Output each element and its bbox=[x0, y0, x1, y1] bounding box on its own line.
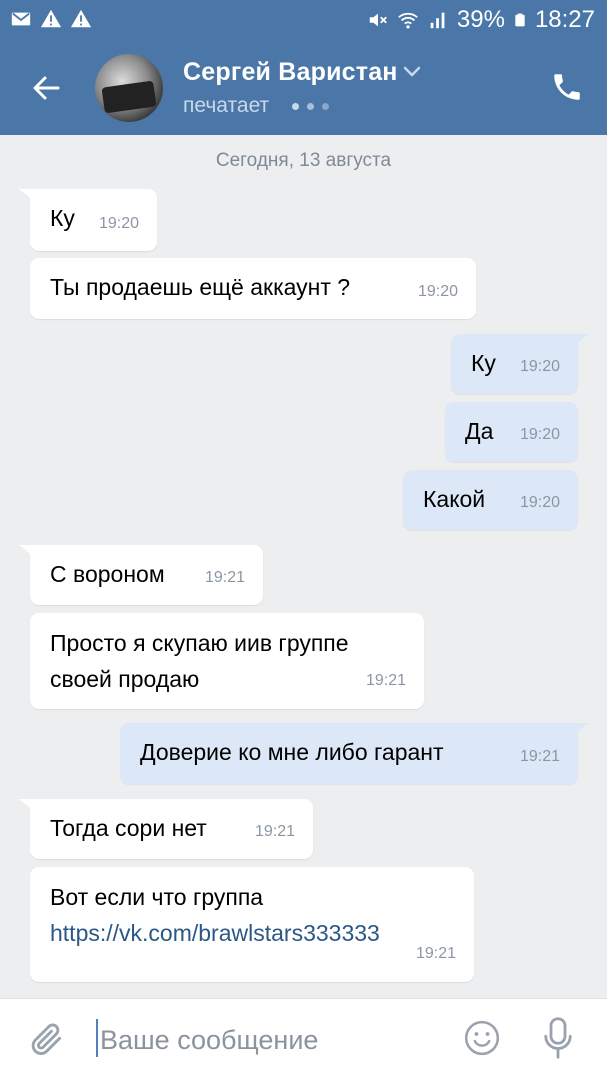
message-composer bbox=[0, 998, 607, 1081]
message-time: 19:20 bbox=[519, 494, 560, 511]
message-text: Ку bbox=[471, 350, 496, 376]
message-time: 19:21 bbox=[365, 672, 406, 689]
bubble-tail bbox=[18, 799, 40, 821]
message-time: 19:20 bbox=[519, 426, 560, 443]
battery-percent: 39% bbox=[456, 6, 505, 33]
message-time: 19:20 bbox=[417, 283, 458, 300]
wifi-icon bbox=[398, 12, 418, 29]
status-bar: 39% 18:27 bbox=[0, 0, 607, 40]
message-time: 19:20 bbox=[98, 215, 139, 232]
message-incoming[interactable]: Тогда сори нет 19:21 bbox=[18, 799, 313, 859]
message-incoming[interactable]: Просто я скупаю иив группе своей продаю … bbox=[30, 613, 424, 709]
message-outgoing[interactable]: Какой 19:20 bbox=[403, 470, 578, 530]
message-outgoing[interactable]: Ку 19:20 bbox=[451, 334, 590, 394]
message-text-line: Просто я скупаю иив группе bbox=[50, 630, 349, 656]
message-text: Ты продаешь ещё аккаунт ? bbox=[50, 274, 351, 300]
message-incoming[interactable]: Ты продаешь ещё аккаунт ? 19:20 bbox=[30, 258, 476, 319]
message-outgoing[interactable]: Доверие ко мне либо гарант 19:21 bbox=[120, 723, 590, 784]
message-time: 19:21 bbox=[415, 945, 456, 962]
mute-icon bbox=[369, 13, 387, 27]
battery-icon bbox=[515, 13, 525, 27]
chat-header: Сергей Варистан печатает bbox=[0, 40, 607, 135]
avatar[interactable] bbox=[95, 54, 163, 122]
notification-icons bbox=[10, 8, 92, 30]
message-text: Доверие ко мне либо гарант bbox=[140, 739, 444, 765]
message-incoming[interactable]: Ку 19:20 bbox=[18, 189, 157, 251]
message-text: С вороном bbox=[50, 561, 165, 587]
message-incoming[interactable]: Вот если что группа https://vk.com/brawl… bbox=[30, 867, 474, 982]
bubble-tail bbox=[568, 723, 590, 745]
back-arrow-icon[interactable] bbox=[28, 70, 64, 106]
bubble-tail bbox=[18, 189, 40, 211]
message-text: Да bbox=[465, 418, 494, 444]
paperclip-icon[interactable] bbox=[28, 1019, 66, 1059]
bubble-tail bbox=[568, 334, 590, 356]
message-time: 19:21 bbox=[519, 748, 560, 765]
warning-icon bbox=[40, 9, 62, 28]
chevron-down-icon[interactable] bbox=[403, 66, 421, 78]
message-outgoing[interactable]: Да 19:20 bbox=[445, 402, 578, 462]
contact-name[interactable]: Сергей Варистан bbox=[183, 58, 398, 87]
system-status: 39% 18:27 bbox=[367, 6, 595, 34]
message-text-line: своей продаю bbox=[50, 666, 200, 692]
bubble-tail bbox=[18, 545, 40, 567]
message-text: Ку bbox=[50, 205, 75, 231]
message-text: Какой bbox=[423, 486, 486, 512]
date-separator: Сегодня, 13 августа bbox=[215, 150, 392, 171]
typing-indicator-icon bbox=[292, 103, 329, 110]
phone-icon[interactable] bbox=[550, 70, 584, 104]
mail-icon bbox=[11, 12, 31, 26]
message-time: 19:21 bbox=[254, 823, 295, 840]
message-text: Тогда сори нет bbox=[50, 815, 207, 841]
microphone-icon[interactable] bbox=[543, 1017, 573, 1059]
message-text-line: Вот если что группа bbox=[50, 884, 264, 910]
signal-icon bbox=[430, 12, 445, 29]
message-input[interactable] bbox=[98, 1017, 442, 1063]
message-incoming[interactable]: С вороном 19:21 bbox=[18, 545, 263, 605]
message-time: 19:21 bbox=[204, 569, 245, 586]
typing-status: печатает bbox=[183, 94, 270, 117]
message-time: 19:20 bbox=[519, 358, 560, 375]
clock: 18:27 bbox=[534, 6, 595, 33]
group-link[interactable]: https://vk.com/brawlstars333333 bbox=[50, 915, 456, 951]
smile-icon[interactable] bbox=[463, 1019, 501, 1057]
avatar-image bbox=[101, 80, 157, 114]
warning-icon bbox=[70, 9, 92, 28]
